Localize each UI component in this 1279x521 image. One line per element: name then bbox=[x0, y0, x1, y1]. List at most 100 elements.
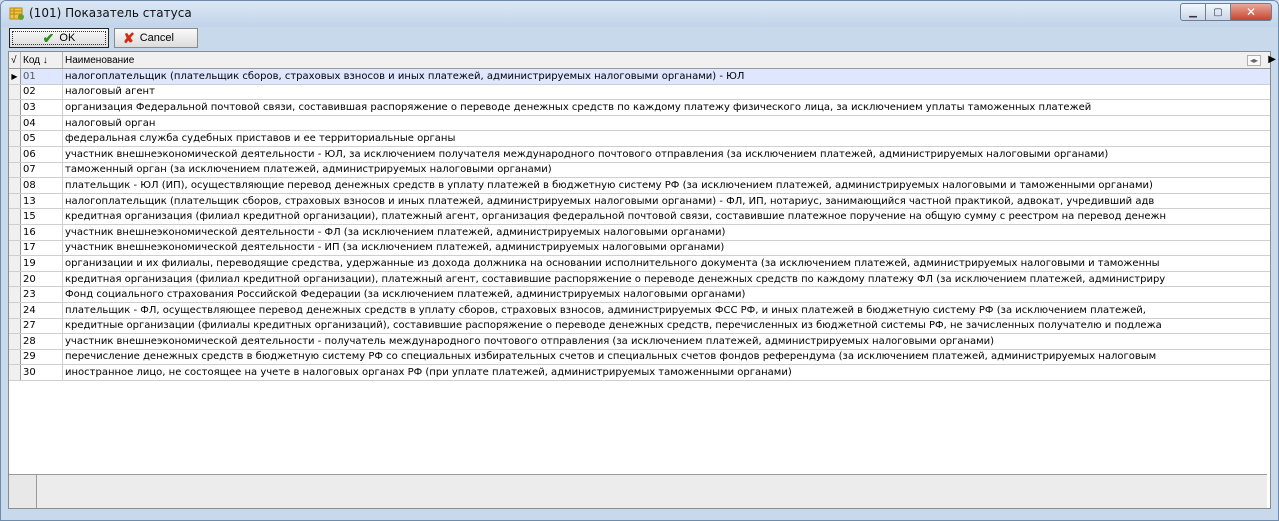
name-cell[interactable]: организации и их филиалы, переводящие ср… bbox=[63, 256, 1270, 271]
table-row[interactable]: 24 плательщик - ФЛ, осуществляющее перево… bbox=[9, 302, 1270, 319]
code-cell[interactable]: 15 bbox=[21, 209, 63, 224]
code-cell[interactable]: 02 bbox=[21, 84, 63, 100]
scroll-right-arrow-icon[interactable]: ▶ bbox=[1268, 54, 1276, 65]
name-cell[interactable]: участник внешнеэкономической деятельност… bbox=[63, 241, 1270, 256]
table-row[interactable]: 29 перечисление денежных средств в бюджет… bbox=[9, 349, 1270, 366]
table-row[interactable]: 08 плательщик - ЮЛ (ИП), осуществляющие п… bbox=[9, 178, 1270, 194]
code-cell[interactable]: 04 bbox=[21, 115, 63, 131]
code-cell[interactable]: 23 bbox=[21, 287, 63, 302]
name-cell[interactable]: участник внешнеэкономической деятельност… bbox=[63, 334, 1270, 349]
row-indicator-cell bbox=[9, 365, 21, 380]
row-indicator-cell bbox=[9, 193, 21, 209]
name-cell[interactable]: участник внешнеэкономической деятельност… bbox=[63, 225, 1270, 240]
header-indicator-cell: √ bbox=[9, 52, 21, 68]
row-indicator-cell bbox=[9, 271, 21, 287]
name-cell[interactable]: перечисление денежных средств в бюджетну… bbox=[63, 350, 1270, 365]
table-row[interactable]: 20 кредитная организация (филиал кредитно… bbox=[9, 271, 1270, 288]
row-indicator-cell bbox=[9, 131, 21, 146]
table-row[interactable]: 28 участник внешнеэкономической деятельно… bbox=[9, 334, 1270, 350]
row-indicator-cell bbox=[9, 287, 21, 302]
table-row[interactable]: 19 организации и их филиалы, переводящие … bbox=[9, 256, 1270, 272]
code-cell[interactable]: 19 bbox=[21, 256, 63, 271]
cross-icon: ✘ bbox=[123, 29, 135, 46]
grid-header: √ Код ↓ Наименование ◂▸ bbox=[9, 52, 1270, 69]
status-indicator-window: (101) Показатель статуса ▁ ▢ ✕ ✔ OK ✘ Ca… bbox=[0, 0, 1279, 521]
table-row[interactable]: 15 кредитная организация (филиал кредитно… bbox=[9, 209, 1270, 225]
name-cell[interactable]: плательщик - ЮЛ (ИП), осуществляющие пер… bbox=[63, 178, 1270, 193]
table-row[interactable]: 23 Фонд социального страхования Российско… bbox=[9, 287, 1270, 303]
row-indicator-cell bbox=[9, 334, 21, 349]
code-cell[interactable]: 13 bbox=[21, 193, 63, 209]
name-cell[interactable]: кредитная организация (филиал кредитной … bbox=[63, 272, 1270, 287]
table-row[interactable]: 07 таможенный орган (за исключением плате… bbox=[9, 162, 1270, 179]
code-cell[interactable]: 01 bbox=[21, 69, 63, 84]
status-grid[interactable]: √ Код ↓ Наименование ◂▸ ▶ 01 налогоплатель… bbox=[8, 51, 1271, 509]
ok-button[interactable]: ✔ OK bbox=[9, 28, 109, 48]
name-cell[interactable]: кредитные организации (филиалы кредитных… bbox=[63, 319, 1270, 334]
code-cell[interactable]: 16 bbox=[21, 224, 63, 240]
maximize-icon[interactable]: ▢ bbox=[1205, 3, 1231, 21]
grid-footer-corner bbox=[9, 474, 37, 508]
ok-label: OK bbox=[59, 32, 76, 44]
column-header-name[interactable]: Наименование ◂▸ bbox=[63, 52, 1270, 68]
name-cell[interactable]: участник внешнеэкономической деятельност… bbox=[63, 147, 1270, 162]
table-row[interactable]: 02 налоговый агент bbox=[9, 84, 1270, 101]
window-title: (101) Показатель статуса bbox=[29, 6, 192, 20]
row-indicator-cell bbox=[9, 209, 21, 224]
row-indicator-cell bbox=[9, 240, 21, 256]
toolbar: ✔ OK ✘ Cancel bbox=[9, 27, 1271, 49]
table-row[interactable]: 30 иностранное лицо, не состоящее на учет… bbox=[9, 365, 1270, 381]
checkmark-icon: ✔ bbox=[42, 29, 55, 46]
code-cell[interactable]: 07 bbox=[21, 162, 63, 178]
code-cell[interactable]: 27 bbox=[21, 318, 63, 334]
table-row[interactable]: 05 федеральная служба судебных приставов … bbox=[9, 131, 1270, 147]
current-row-indicator-icon: ▶ bbox=[9, 69, 21, 84]
cancel-label: Cancel bbox=[139, 32, 174, 44]
code-cell[interactable]: 24 bbox=[21, 302, 63, 318]
column-scroll-arrows-icon[interactable]: ◂▸ bbox=[1246, 55, 1261, 66]
code-cell[interactable]: 05 bbox=[21, 131, 63, 146]
name-cell[interactable]: организация Федеральной почтовой связи, … bbox=[63, 100, 1270, 115]
code-cell[interactable]: 06 bbox=[21, 146, 63, 162]
name-cell[interactable]: плательщик - ФЛ, осуществляющее перевод … bbox=[63, 303, 1270, 318]
name-cell[interactable]: кредитная организация (филиал кредитной … bbox=[63, 209, 1270, 224]
table-row[interactable]: 13 налогоплательщик (плательщик сборов, с… bbox=[9, 193, 1270, 210]
code-cell[interactable]: 30 bbox=[21, 365, 63, 380]
database-table-icon bbox=[9, 7, 24, 20]
table-row[interactable]: ▶ 01 налогоплательщик (плательщик сборов, … bbox=[9, 69, 1270, 85]
table-row[interactable]: 16 участник внешнеэкономической деятельно… bbox=[9, 224, 1270, 241]
table-row[interactable]: 03 организация Федеральной почтовой связи… bbox=[9, 100, 1270, 116]
name-cell[interactable]: налогоплательщик (плательщик сборов, стр… bbox=[63, 194, 1270, 209]
column-header-code[interactable]: Код ↓ bbox=[21, 52, 63, 68]
row-indicator-cell bbox=[9, 224, 21, 240]
table-row[interactable]: 04 налоговый орган bbox=[9, 115, 1270, 132]
row-indicator-cell bbox=[9, 100, 21, 115]
name-cell[interactable]: налоговый агент bbox=[63, 85, 1270, 100]
code-cell[interactable]: 20 bbox=[21, 271, 63, 287]
name-cell[interactable]: налоговый орган bbox=[63, 116, 1270, 131]
name-cell[interactable]: налогоплательщик (плательщик сборов, стр… bbox=[63, 69, 1270, 84]
title-bar[interactable]: (101) Показатель статуса ▁ ▢ ✕ bbox=[1, 1, 1278, 27]
row-indicator-cell bbox=[9, 146, 21, 162]
code-cell[interactable]: 08 bbox=[21, 178, 63, 193]
table-row[interactable]: 27 кредитные организации (филиалы кредитн… bbox=[9, 318, 1270, 335]
name-cell[interactable]: таможенный орган (за исключением платеже… bbox=[63, 163, 1270, 178]
column-header-name-label: Наименование bbox=[65, 54, 135, 66]
grid-footer bbox=[37, 474, 1267, 508]
table-row[interactable]: 06 участник внешнеэкономической деятельно… bbox=[9, 146, 1270, 163]
code-cell[interactable]: 28 bbox=[21, 334, 63, 349]
code-cell[interactable]: 03 bbox=[21, 100, 63, 115]
code-cell[interactable]: 17 bbox=[21, 240, 63, 256]
row-indicator-cell bbox=[9, 115, 21, 131]
name-cell[interactable]: федеральная служба судебных приставов и … bbox=[63, 131, 1270, 146]
row-indicator-cell bbox=[9, 256, 21, 271]
row-indicator-cell bbox=[9, 302, 21, 318]
row-indicator-cell bbox=[9, 84, 21, 100]
close-icon[interactable]: ✕ bbox=[1230, 3, 1272, 21]
table-row[interactable]: 17 участник внешнеэкономической деятельно… bbox=[9, 240, 1270, 257]
minimize-icon[interactable]: ▁ bbox=[1180, 3, 1206, 21]
name-cell[interactable]: Фонд социального страхования Российской … bbox=[63, 287, 1270, 302]
cancel-button[interactable]: ✘ Cancel bbox=[114, 28, 198, 48]
name-cell[interactable]: иностранное лицо, не состоящее на учете … bbox=[63, 365, 1270, 380]
code-cell[interactable]: 29 bbox=[21, 349, 63, 365]
